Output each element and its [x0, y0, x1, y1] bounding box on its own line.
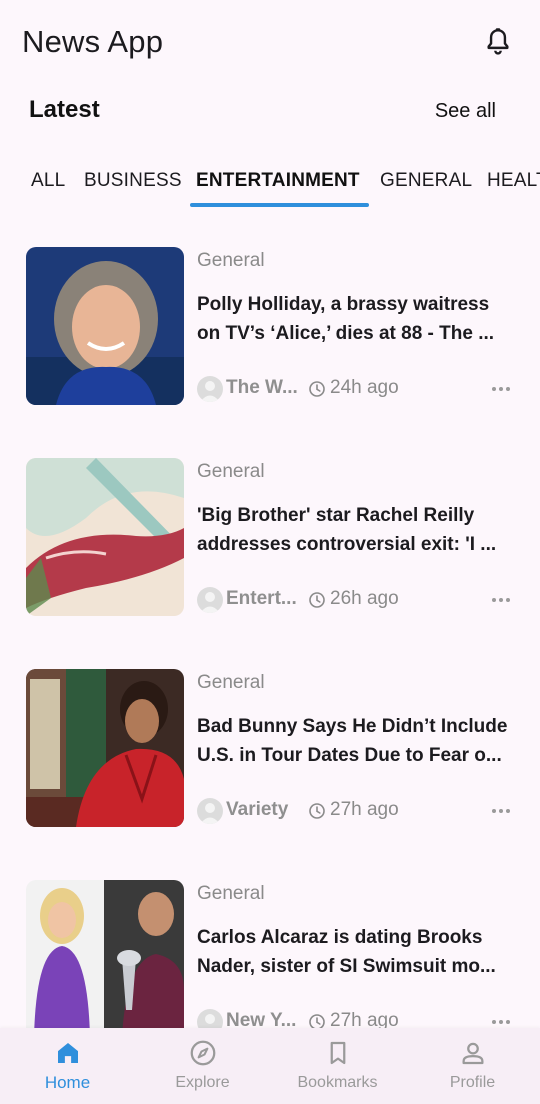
clock-icon: [309, 803, 325, 819]
home-icon: [58, 1043, 78, 1063]
nav-label: Profile: [449, 1074, 496, 1091]
person-icon: [462, 1042, 484, 1065]
article-category: General: [197, 672, 265, 693]
headline-line: on TV’s ‘Alice,’ dies at 88 - The ...: [197, 323, 495, 344]
article-meta: New Y... 27h ago: [197, 1009, 527, 1028]
headline-line: Bad Bunny Says He Didn’t Include: [197, 716, 508, 737]
category-tabs: ALL BUSINESS ENTERTAINMENT GENERAL HEALT…: [0, 160, 540, 210]
nav-label: Bookmarks: [297, 1074, 378, 1091]
see-all-link[interactable]: See all: [435, 100, 496, 123]
more-options-icon[interactable]: [491, 804, 511, 818]
tab-all[interactable]: ALL: [31, 170, 65, 192]
compass-icon: [190, 1040, 216, 1066]
article-source: The W...: [226, 377, 298, 398]
article-time: 27h ago: [330, 799, 399, 820]
article-card[interactable]: General 'Big Brother' star Rachel Reilly…: [0, 421, 540, 621]
source-avatar: [197, 587, 223, 613]
notification-bell-icon[interactable]: [482, 26, 514, 58]
more-options-icon[interactable]: [491, 1015, 511, 1028]
active-tab-indicator: [190, 203, 369, 207]
article-card[interactable]: General Carlos Alcaraz is dating Brooks …: [0, 843, 540, 1028]
nav-label: Explore: [175, 1074, 230, 1091]
article-time: 27h ago: [330, 1010, 399, 1028]
article-thumbnail: [26, 458, 184, 616]
article-time: 26h ago: [330, 588, 399, 609]
tab-entertainment[interactable]: ENTERTAINMENT: [196, 170, 360, 192]
more-options-icon[interactable]: [491, 593, 511, 607]
app-bar: News App: [0, 0, 540, 88]
nav-label: Home: [44, 1073, 91, 1092]
article-headline[interactable]: 'Big Brother' star Rachel Reilly address…: [197, 501, 515, 559]
clock-icon: [309, 1014, 325, 1028]
article-card[interactable]: General Bad Bunny Says He Didn’t Include…: [0, 632, 540, 832]
article-source: Entert...: [226, 588, 297, 609]
app-title: News App: [22, 24, 164, 59]
nav-item-bookmarks[interactable]: Bookmarks: [270, 1028, 405, 1104]
article-thumbnail: [26, 880, 184, 1028]
source-avatar: [197, 798, 223, 824]
article-headline[interactable]: Polly Holliday, a brassy waitress on TV’…: [197, 290, 515, 348]
clock-icon: [309, 381, 325, 397]
clock-icon: [309, 592, 325, 608]
source-avatar: [197, 376, 223, 402]
article-category: General: [197, 883, 265, 904]
article-meta: The W... 24h ago: [197, 376, 527, 402]
headline-line: U.S. in Tour Dates Due to Fear o...: [197, 745, 502, 766]
nav-item-home[interactable]: Home: [0, 1028, 135, 1104]
news-feed[interactable]: General Polly Holliday, a brassy waitres…: [0, 210, 540, 1028]
headline-line: 'Big Brother' star Rachel Reilly: [197, 505, 475, 526]
article-meta: Entert... 26h ago: [197, 587, 527, 613]
article-category: General: [197, 250, 265, 271]
article-source: New Y...: [226, 1010, 297, 1028]
article-meta: Variety 27h ago: [197, 798, 527, 824]
source-avatar: [197, 1009, 223, 1028]
news-app-screen: News App Latest See all ALL BUSINESS ENT…: [0, 0, 540, 1104]
article-headline[interactable]: Carlos Alcaraz is dating Brooks Nader, s…: [197, 923, 515, 981]
nav-item-profile[interactable]: Profile: [405, 1028, 540, 1104]
article-card[interactable]: General Polly Holliday, a brassy waitres…: [0, 210, 540, 410]
nav-item-explore[interactable]: Explore: [135, 1028, 270, 1104]
article-thumbnail: [26, 247, 184, 405]
bottom-navigation-bar: Home Explore Bookmarks Profile: [0, 1028, 540, 1104]
headline-line: addresses controversial exit: 'I ...: [197, 534, 497, 555]
article-time: 24h ago: [330, 377, 399, 398]
more-options-icon[interactable]: [491, 382, 511, 396]
latest-section-header: Latest See all: [0, 92, 540, 132]
bookmark-icon: [330, 1041, 346, 1065]
headline-line: Nader, sister of SI Swimsuit mo...: [197, 956, 496, 977]
headline-line: Polly Holliday, a brassy waitress: [197, 294, 490, 315]
tab-health[interactable]: HEALTH: [487, 170, 540, 192]
section-title: Latest: [29, 96, 100, 123]
tab-general[interactable]: GENERAL: [380, 170, 472, 192]
article-headline[interactable]: Bad Bunny Says He Didn’t Include U.S. in…: [197, 712, 515, 770]
article-source: Variety: [226, 799, 289, 820]
article-category: General: [197, 461, 265, 482]
headline-line: Carlos Alcaraz is dating Brooks: [197, 927, 483, 948]
article-thumbnail: [26, 669, 184, 827]
tab-business[interactable]: BUSINESS: [84, 170, 182, 192]
